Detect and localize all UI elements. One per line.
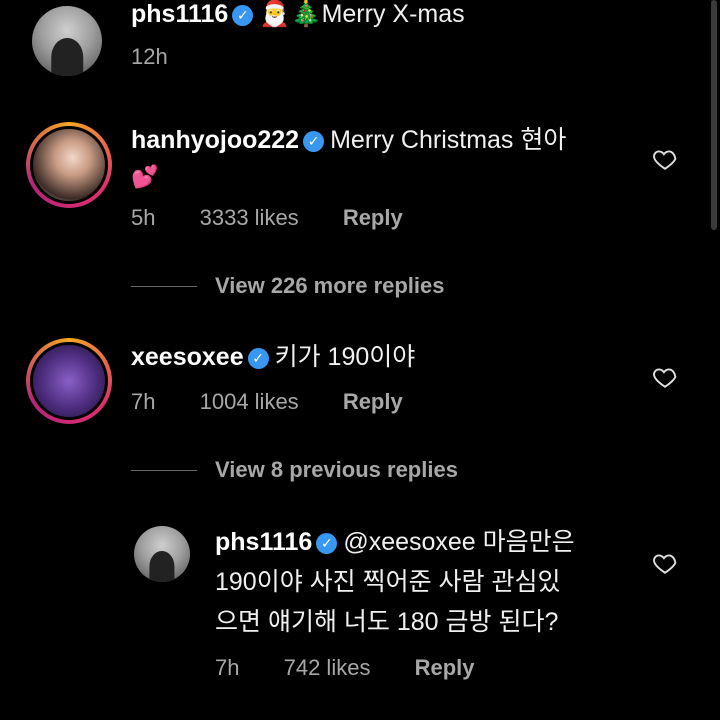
avatar[interactable]	[32, 6, 102, 76]
verified-badge-icon: ✓	[303, 131, 325, 152]
reply-button[interactable]: Reply	[343, 205, 403, 230]
comment-text-line-2: 190이야 사진 찍어준 사람 관심있	[215, 568, 561, 596]
comment-username[interactable]: phs1116	[215, 528, 312, 556]
comment-username[interactable]: hanhyojoo222	[131, 126, 299, 154]
reply-button[interactable]: Reply	[343, 389, 403, 414]
comment-text: 🎅🎄Merry X-mas	[259, 0, 465, 28]
avatar[interactable]	[134, 526, 190, 582]
comment-text-line-1: Merry Christmas 현아	[330, 126, 567, 154]
comment-time: 12h	[131, 44, 168, 69]
verified-badge-icon: ✓	[247, 348, 269, 369]
comment-time: 7h	[215, 655, 240, 680]
verified-badge-icon: ✓	[316, 533, 338, 554]
comment-text: 키가 190이야	[274, 343, 416, 371]
verified-badge-icon: ✓	[232, 5, 254, 26]
comment-likes[interactable]: 3333 likes	[200, 205, 299, 230]
divider	[131, 286, 197, 287]
comment-text-line-3: 으면 얘기해 너도 180 금방 된다?	[215, 608, 559, 636]
view-previous-replies-button[interactable]: View 8 previous replies	[215, 457, 458, 483]
divider	[131, 470, 197, 471]
avatar[interactable]	[26, 122, 112, 208]
comment-username[interactable]: xeesoxee	[131, 343, 244, 371]
reply-button[interactable]: Reply	[415, 655, 475, 680]
comment-likes[interactable]: 742 likes	[284, 655, 371, 680]
comment-likes[interactable]: 1004 likes	[200, 389, 299, 414]
comment-time: 7h	[131, 389, 156, 414]
heart-outline-icon[interactable]	[652, 550, 678, 576]
avatar[interactable]	[26, 338, 112, 424]
heart-outline-icon[interactable]	[652, 364, 678, 390]
comment-time: 5h	[131, 205, 156, 230]
view-more-replies-button[interactable]: View 226 more replies	[215, 273, 445, 299]
comment-text-line-2: 💕	[131, 164, 159, 189]
scrollbar[interactable]	[711, 0, 717, 230]
comment-text-line-1: @xeesoxee 마음만은	[343, 528, 575, 556]
comment-username[interactable]: phs1116	[131, 0, 228, 28]
heart-outline-icon[interactable]	[652, 146, 678, 172]
